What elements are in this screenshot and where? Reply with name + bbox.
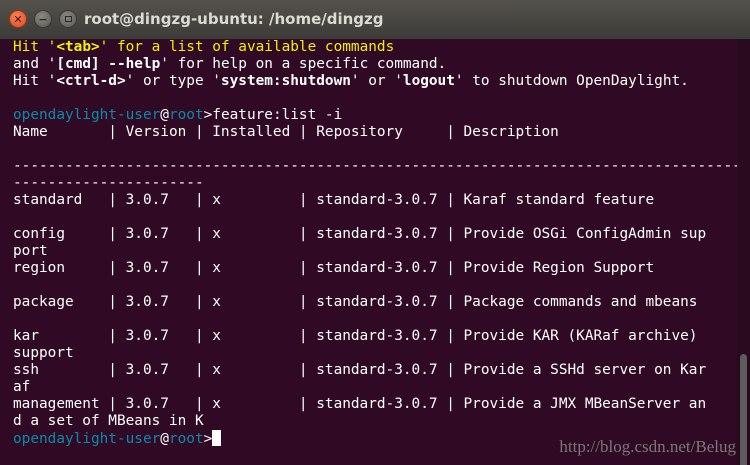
command-text: feature:list -i: [212, 107, 343, 123]
output-line: config | 3.0.7 | x | standard-3.0.7 | Pr…: [13, 226, 707, 242]
output-line: standard | 3.0.7 | x | standard-3.0.7 | …: [13, 192, 655, 208]
output-line: af: [13, 379, 31, 395]
scrollbar-thumb[interactable]: [740, 354, 747, 465]
prompt-host: root: [168, 431, 204, 447]
text-cursor: [212, 430, 222, 446]
output-line: support: [13, 345, 74, 361]
window-title: root@dingzg-ubuntu: /home/dingzg: [84, 10, 384, 28]
output-line: Name | Version | Installed | Repository …: [13, 124, 559, 140]
output-line: region | 3.0.7 | x | standard-3.0.7 | Pr…: [13, 260, 655, 276]
output-line: ----------------------: [13, 175, 204, 191]
output-line: ssh | 3.0.7 | x | standard-3.0.7 | Provi…: [13, 362, 707, 378]
command-line: opendaylight-user@root>feature:list -i: [13, 107, 343, 123]
prompt-user: opendaylight-user: [13, 107, 161, 123]
hint-line-2: and '[cmd] --help' for help on a specifi…: [13, 56, 447, 72]
minimize-glyph: −: [38, 12, 48, 26]
output-line: package | 3.0.7 | x | standard-3.0.7 | P…: [13, 294, 698, 310]
title-bar[interactable]: ✕ − root@dingzg-ubuntu: /home/dingzg: [0, 0, 750, 39]
output-line: management | 3.0.7 | x | standard-3.0.7 …: [13, 396, 707, 412]
output-line: ----------------------------------------…: [13, 158, 737, 174]
scrollbar[interactable]: [737, 39, 750, 465]
terminal-window: ✕ − root@dingzg-ubuntu: /home/dingzg Hit…: [0, 0, 750, 465]
close-icon[interactable]: ✕: [9, 10, 27, 28]
hint-line-1: Hit '<tab>' for a list of available comm…: [13, 39, 395, 55]
output-line: kar | 3.0.7 | x | standard-3.0.7 | Provi…: [13, 328, 698, 344]
minimize-icon[interactable]: −: [34, 10, 52, 28]
prompt-host: root: [168, 107, 204, 123]
output-line: port: [13, 243, 48, 259]
maximize-icon[interactable]: [59, 10, 77, 28]
terminal-output[interactable]: Hit '<tab>' for a list of available comm…: [0, 39, 737, 465]
hint-line-3: Hit '<ctrl-d>' or type 'system:shutdown'…: [13, 73, 689, 89]
watermark: http://blog.csdn.net/Belug: [559, 437, 736, 456]
prompt-user: opendaylight-user: [13, 431, 161, 447]
output-line: d a set of MBeans in K: [13, 413, 204, 429]
close-glyph: ✕: [13, 12, 23, 26]
